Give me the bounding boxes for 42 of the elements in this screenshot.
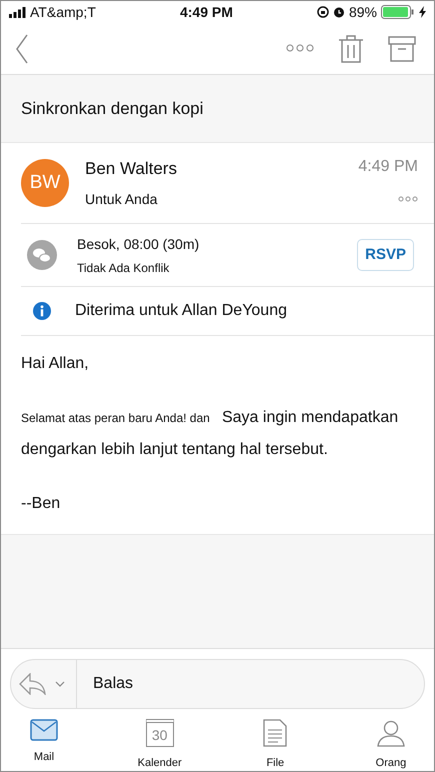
charging-icon	[418, 6, 426, 18]
delete-button[interactable]	[338, 34, 364, 64]
recipient-text: Untuk Anda	[85, 190, 158, 210]
battery-icon	[380, 5, 415, 19]
conflict-status: Tidak Ada Konflik	[77, 260, 170, 276]
rsvp-button[interactable]: RSVP	[357, 238, 414, 272]
tab-button[interactable]: Orang	[356, 719, 426, 772]
archive-icon	[388, 34, 416, 62]
calendar-icon: 30	[146, 719, 174, 747]
chat-bubbles-icon	[27, 240, 57, 270]
tab-button[interactable]: File	[240, 719, 310, 772]
reply-bar[interactable]: Balas	[10, 659, 425, 709]
signal-icon	[9, 6, 26, 18]
trash-icon	[338, 34, 364, 64]
info-message: Diterima untuk Allan DeYoung	[75, 301, 287, 321]
person-icon	[376, 719, 405, 747]
meeting-time: Besok, 08:00 (30m)	[77, 234, 200, 254]
sender-name: Ben Walters	[85, 158, 178, 180]
back-icon	[15, 34, 29, 64]
mail-icon	[30, 719, 58, 741]
info-icon	[33, 302, 51, 320]
body-text: Selamat atas peran baru Anda! dan Saya ingin mendapatkan dengarkan lebih lanjut tentang hal tersebut.	[21, 408, 400, 460]
clock-time: 4:49 PM	[180, 2, 233, 22]
document-icon	[263, 719, 288, 747]
more-icon	[286, 44, 314, 52]
caret-icon	[55, 681, 65, 687]
tab-button[interactable]: 30 Kalender	[124, 719, 195, 772]
more-icon	[398, 196, 418, 202]
alarm-icon	[332, 6, 345, 18]
reply-icon	[19, 673, 47, 695]
battery-percent: 89%	[348, 2, 377, 22]
rotation-lock-icon	[316, 6, 329, 18]
back-button[interactable]	[15, 34, 29, 64]
tab-button[interactable]: Mail	[9, 719, 79, 766]
sender-avatar: BW	[21, 159, 69, 207]
body-text: Hai Allan,	[21, 354, 90, 374]
sent-time: 4:49 PM	[358, 157, 418, 177]
email-subject: Sinkronkan dengan kopi	[21, 98, 204, 120]
carrier-name: AT&amp;T	[30, 2, 96, 22]
reply-label: Balas	[93, 674, 134, 694]
archive-button[interactable]	[388, 34, 416, 62]
body-text: --Ben	[21, 494, 62, 514]
